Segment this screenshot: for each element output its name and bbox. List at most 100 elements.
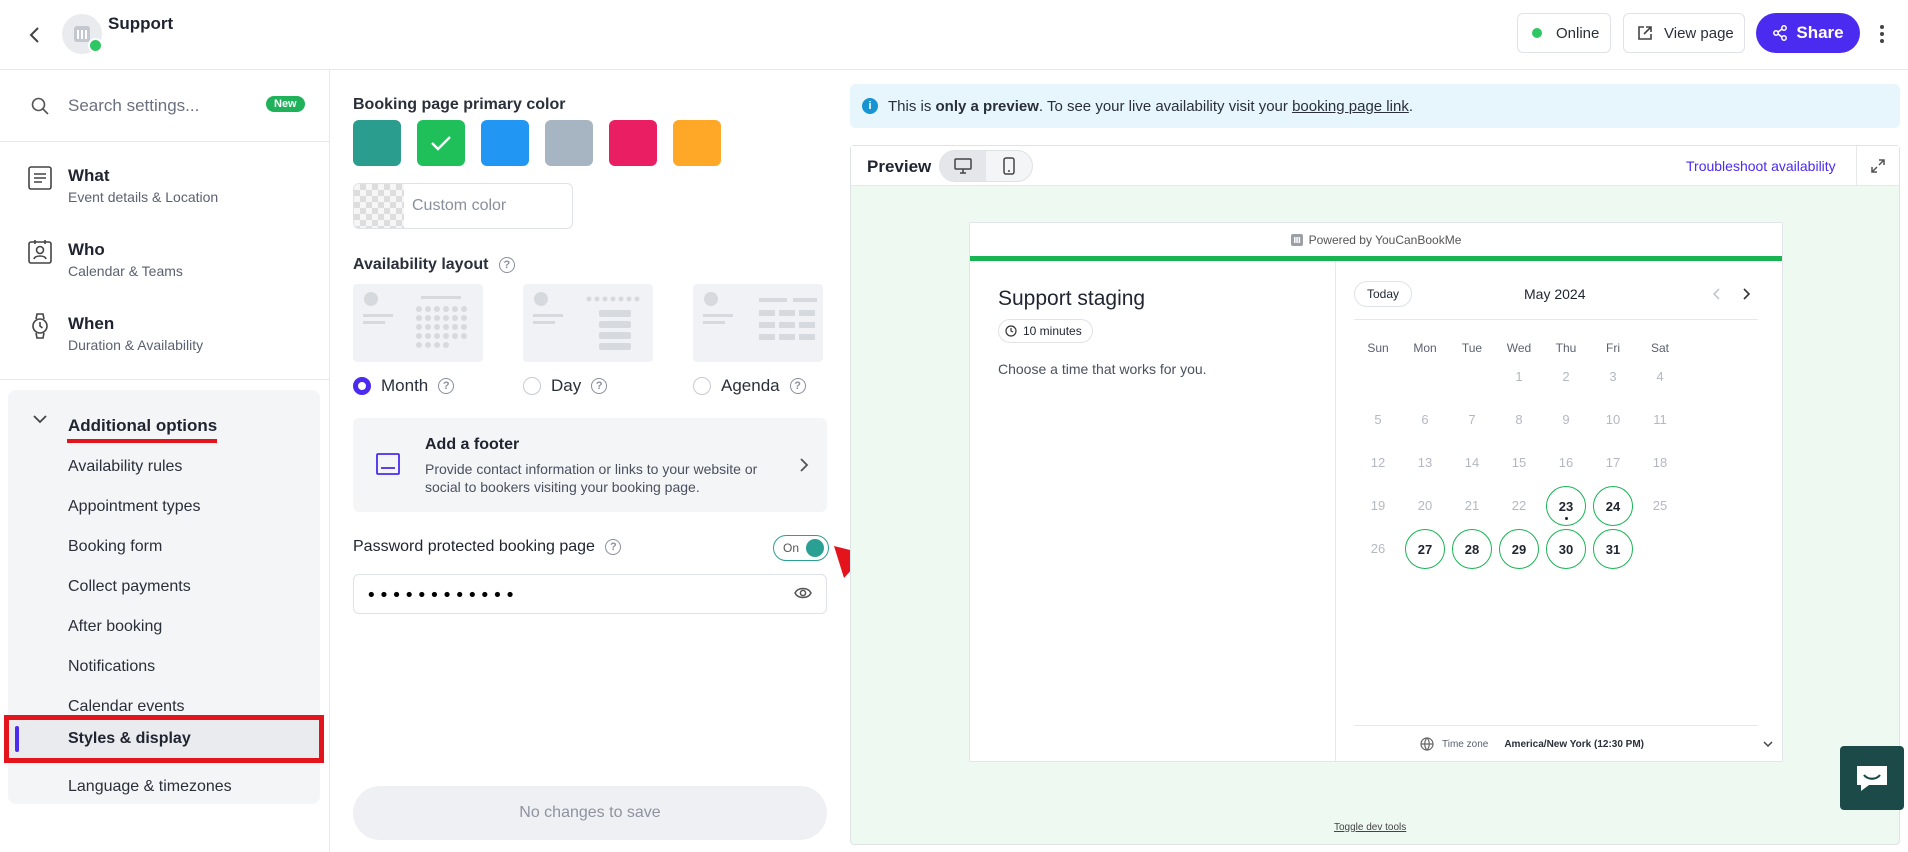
layout-agenda-thumbnail[interactable]: [693, 284, 823, 362]
search-input[interactable]: [68, 92, 258, 120]
details-icon: [28, 166, 52, 190]
sidebar-item-subtitle: Calendar & Teams: [68, 263, 183, 279]
password-field: [353, 574, 827, 614]
avatar: [62, 14, 103, 54]
timezone-label: Time zone: [1442, 738, 1489, 750]
save-button[interactable]: No changes to save: [353, 786, 827, 840]
online-status-dot: [88, 38, 103, 53]
swatch-teal[interactable]: [353, 120, 401, 166]
password-input[interactable]: [366, 583, 766, 607]
calendar-day-available[interactable]: 27: [1405, 529, 1445, 569]
sidebar-item-collect-payments[interactable]: Collect payments: [68, 578, 191, 596]
swatch-blue[interactable]: [481, 120, 529, 166]
additional-options-toggle[interactable]: Additional options: [8, 398, 320, 443]
search-icon: [31, 97, 49, 115]
layout-agenda-radio[interactable]: Agenda ?: [693, 376, 806, 396]
layout-day-radio[interactable]: Day ?: [523, 376, 608, 396]
chevron-left-icon[interactable]: [1712, 287, 1722, 301]
desktop-icon: [954, 158, 972, 174]
expand-preview-button[interactable]: [1856, 146, 1899, 186]
sidebar-item-language-timezones[interactable]: Language & timezones: [68, 778, 232, 796]
share-label: Share: [1796, 23, 1844, 42]
view-page-label: View page: [1664, 24, 1734, 42]
sidebar-item-who[interactable]: Who Calendar & Teams: [0, 218, 329, 292]
weekday-label: Thu: [1555, 341, 1577, 355]
calendar-day-available[interactable]: 24: [1593, 486, 1633, 526]
footer-title: Add a footer: [425, 436, 520, 453]
swatch-orange[interactable]: [673, 120, 721, 166]
more-menu-button[interactable]: [1875, 20, 1889, 48]
sidebar-item-after-booking[interactable]: After booking: [68, 618, 162, 636]
sidebar-item-title: What: [68, 166, 110, 185]
calendar-day: 17: [1605, 455, 1621, 470]
sidebar-item-when[interactable]: When Duration & Availability: [0, 292, 329, 366]
timezone-value: America/New York (12:30 PM): [1504, 738, 1645, 750]
duration-text: 10 minutes: [1023, 324, 1082, 338]
back-button[interactable]: [20, 20, 50, 50]
day-layout-illustration: [533, 292, 640, 350]
transparent-swatch[interactable]: [354, 184, 404, 228]
layout-month-thumbnail[interactable]: [353, 284, 483, 362]
layout-month-radio[interactable]: Month ?: [353, 376, 455, 396]
sidebar-item-title: When: [68, 314, 115, 333]
calendar-day-available[interactable]: 29: [1499, 529, 1539, 569]
additional-options-label: Additional options: [68, 416, 218, 435]
online-status-button[interactable]: Online: [1517, 13, 1611, 53]
radio-icon: [693, 377, 711, 395]
chat-widget-button[interactable]: [1840, 746, 1904, 810]
calendar-day-available[interactable]: 30: [1546, 529, 1586, 569]
calendar-day: 5: [1374, 412, 1382, 427]
help-icon[interactable]: ?: [591, 378, 608, 394]
help-icon[interactable]: ?: [498, 256, 515, 273]
mobile-icon: [1003, 157, 1015, 175]
calendar-day-available[interactable]: 23: [1546, 486, 1586, 526]
calendar-day-available[interactable]: 28: [1452, 529, 1492, 569]
month-label: May 2024: [1524, 286, 1586, 302]
sidebar-item-title: Who: [68, 240, 105, 259]
footer-icon: [376, 453, 400, 475]
calendar-day: 1: [1515, 369, 1523, 384]
booking-page-link[interactable]: booking page link: [1292, 98, 1409, 115]
swatch-pink[interactable]: [609, 120, 657, 166]
calendar-day: 19: [1370, 498, 1386, 513]
custom-color-input[interactable]: [412, 184, 570, 228]
eye-icon[interactable]: [794, 586, 812, 600]
sidebar-item-booking-form[interactable]: Booking form: [68, 538, 162, 556]
share-button[interactable]: Share: [1756, 13, 1860, 53]
sidebar-item-notifications[interactable]: Notifications: [68, 658, 155, 676]
sidebar-item-what[interactable]: What Event details & Location: [0, 144, 329, 218]
today-button[interactable]: Today: [1354, 281, 1413, 307]
help-icon[interactable]: ?: [789, 378, 806, 394]
desktop-view-button[interactable]: [940, 151, 986, 181]
swatch-green-selected[interactable]: [417, 120, 465, 166]
add-footer-card[interactable]: Add a footer Provide contact information…: [353, 418, 827, 512]
sidebar-item-appointment-types[interactable]: Appointment types: [68, 498, 201, 516]
radio-icon: [523, 377, 541, 395]
calendar-day-available[interactable]: 31: [1593, 529, 1633, 569]
calendar-day: 16: [1558, 455, 1574, 470]
weekday-label: Wed: [1506, 341, 1532, 355]
highlight-underline: [67, 439, 217, 443]
toggle-dev-tools-link[interactable]: Toggle dev tools: [1334, 822, 1406, 833]
help-icon[interactable]: ?: [438, 378, 455, 394]
chevron-right-icon[interactable]: [1741, 287, 1751, 301]
help-icon[interactable]: ?: [605, 538, 622, 555]
clock-icon: [1005, 325, 1017, 337]
powered-by-bar: Powered by YouCanBookMe: [970, 223, 1782, 261]
view-page-button[interactable]: View page: [1623, 13, 1745, 53]
calendar-divider: [1354, 319, 1758, 320]
mobile-view-button[interactable]: [986, 151, 1032, 181]
page: Support Online View page Share New What …: [0, 0, 1908, 852]
sidebar-item-availability-rules[interactable]: Availability rules: [68, 458, 182, 476]
calendar: Today May 2024 Time zone America/New Yor…: [1336, 261, 1782, 761]
timezone-selector[interactable]: Time zone America/New York (12:30 PM): [1420, 737, 1774, 751]
watch-icon: [32, 313, 48, 339]
troubleshoot-availability-link[interactable]: Troubleshoot availability: [1686, 158, 1836, 174]
sidebar-item-subtitle: Duration & Availability: [68, 337, 204, 353]
weekday-label: Tue: [1461, 341, 1483, 355]
calendar-day: 9: [1562, 412, 1570, 427]
preview-info-banner: i This is only a preview. To see your li…: [850, 84, 1900, 128]
swatch-gray[interactable]: [545, 120, 593, 166]
sidebar-item-calendar-events[interactable]: Calendar events: [68, 698, 185, 716]
layout-day-thumbnail[interactable]: [523, 284, 653, 362]
